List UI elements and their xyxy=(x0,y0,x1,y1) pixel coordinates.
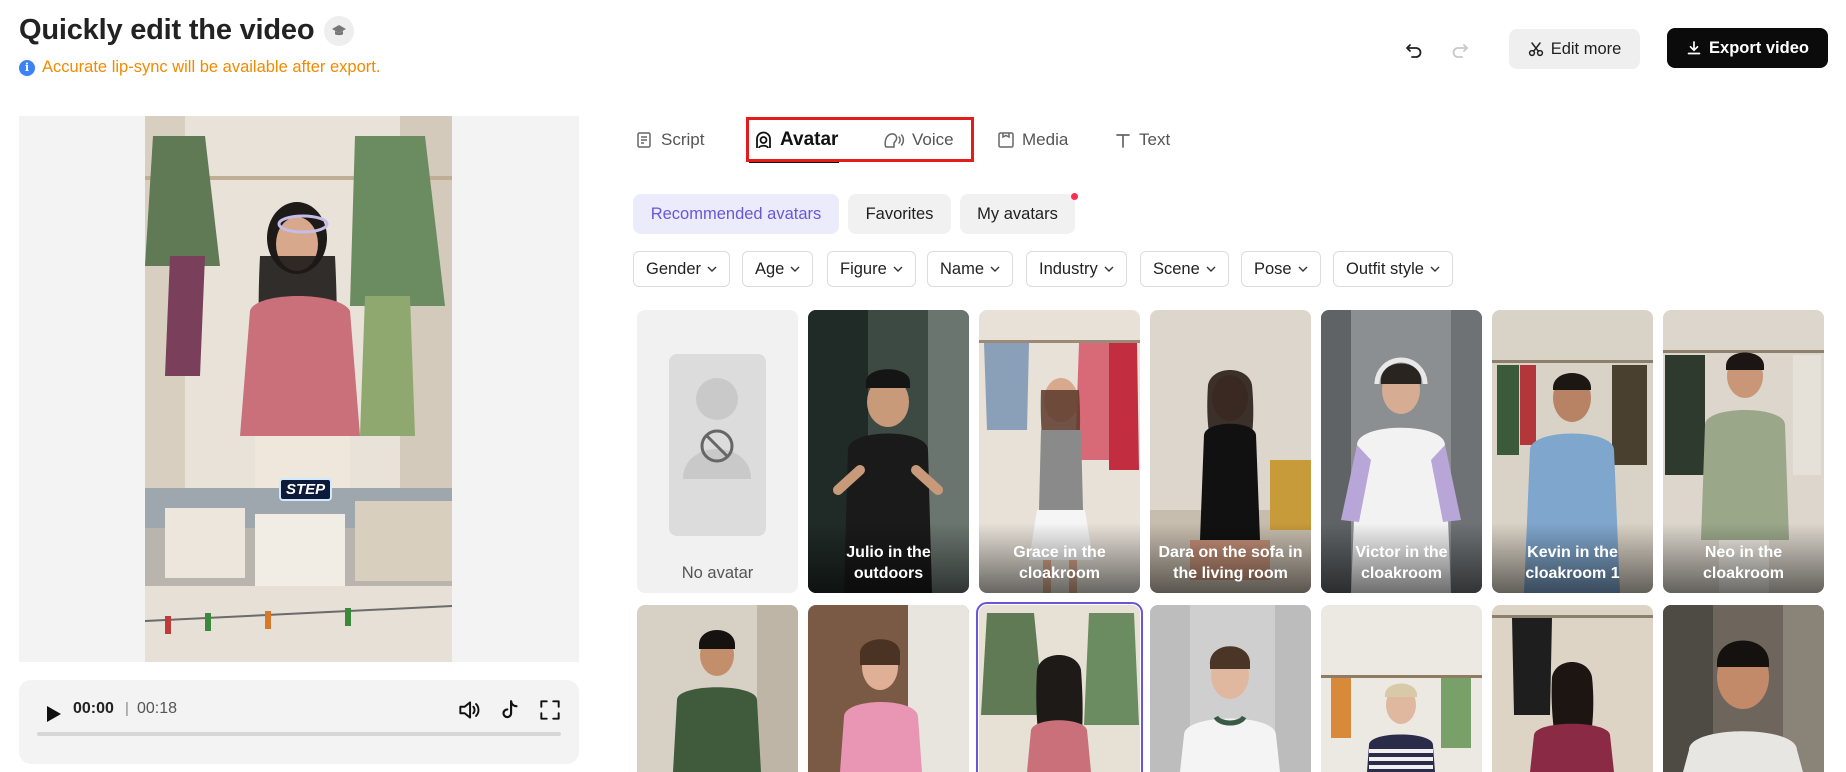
avatar-card-row2-5[interactable] xyxy=(1321,605,1482,772)
chevron-down-icon xyxy=(1104,266,1114,272)
avatar-card-row2-1[interactable] xyxy=(637,605,798,772)
filter-industry[interactable]: Industry xyxy=(1026,251,1127,287)
filter-scene[interactable]: Scene xyxy=(1140,251,1229,287)
filter-scene-label: Scene xyxy=(1153,259,1200,278)
chevron-down-icon xyxy=(790,266,800,272)
page-title-text: Quickly edit the video xyxy=(19,14,315,46)
avatar-card-row2-3-selected[interactable] xyxy=(976,602,1143,772)
filter-gender[interactable]: Gender xyxy=(633,251,731,287)
text-icon xyxy=(1116,134,1130,148)
filter-age[interactable]: Age xyxy=(742,251,814,287)
current-time: 00:00 xyxy=(73,700,114,717)
avatar-card-label: Dara on the sofa in the living room xyxy=(1158,544,1303,582)
avatar-card-label: No avatar xyxy=(681,564,754,582)
edit-more-label: Edit more xyxy=(1550,39,1622,58)
new-notification-dot xyxy=(1071,193,1078,200)
volume-icon[interactable] xyxy=(456,697,482,723)
avatar-card-row2-7[interactable] xyxy=(1663,605,1824,772)
filter-gender-label: Gender xyxy=(646,259,702,278)
avatar-card-julio[interactable]: Julio in the outdoors xyxy=(808,310,969,593)
avatar-card-label: Victor in the cloakroom xyxy=(1355,544,1448,582)
avatar-card-label: Grace in the cloakroom xyxy=(1013,544,1106,582)
avatar-card-row2-2[interactable] xyxy=(808,605,969,772)
chevron-down-icon xyxy=(893,266,903,272)
undo-button[interactable] xyxy=(1398,34,1430,66)
filter-age-label: Age xyxy=(755,259,785,278)
filter-outfit-style-label: Outfit style xyxy=(1346,259,1424,278)
script-icon xyxy=(637,132,651,148)
media-icon xyxy=(998,132,1014,148)
fullscreen-icon[interactable] xyxy=(537,697,563,723)
filter-outfit-style[interactable]: Outfit style xyxy=(1333,251,1453,287)
avatar-card-none[interactable]: No avatar xyxy=(637,310,798,593)
filter-pose-label: Pose xyxy=(1254,259,1292,278)
page-title: Quickly edit the video xyxy=(19,14,355,47)
edit-more-button[interactable]: Edit more xyxy=(1509,29,1640,69)
chevron-down-icon xyxy=(990,266,1000,272)
play-icon[interactable] xyxy=(41,702,65,726)
export-video-label: Export video xyxy=(1709,38,1809,57)
avatar-placeholder xyxy=(669,354,766,536)
time-separator: | xyxy=(125,700,129,717)
info-icon: i xyxy=(19,59,35,76)
filter-figure[interactable]: Figure xyxy=(827,251,916,287)
avatar-card-neo[interactable]: Neo in the cloakroom xyxy=(1663,310,1824,593)
filter-figure-label: Figure xyxy=(840,259,887,278)
tab-highlight-box xyxy=(746,117,974,162)
tab-media-label: Media xyxy=(1022,130,1069,149)
video-player-controls: 00:00 | 00:18 xyxy=(19,680,579,764)
lip-sync-notice: i Accurate lip-sync will be available af… xyxy=(19,58,380,77)
download-icon xyxy=(1687,41,1701,55)
filter-pose[interactable]: Pose xyxy=(1241,251,1321,287)
playback-progress-bar[interactable] xyxy=(37,732,561,736)
export-video-button[interactable]: Export video xyxy=(1667,28,1828,68)
tab-script[interactable]: Script xyxy=(636,124,704,156)
category-my-avatars[interactable]: My avatars xyxy=(960,194,1075,234)
chevron-down-icon xyxy=(1298,266,1308,272)
tiktok-icon[interactable] xyxy=(497,697,523,723)
video-caption-step: STEP xyxy=(279,478,333,501)
filter-name-label: Name xyxy=(940,259,985,278)
redo-button[interactable] xyxy=(1444,34,1476,66)
avatar-card-row2-6[interactable] xyxy=(1492,605,1653,772)
category-favorites[interactable]: Favorites xyxy=(848,194,951,234)
tab-text-label: Text xyxy=(1139,130,1171,149)
redo-icon xyxy=(1452,44,1468,58)
video-preview[interactable]: STEP xyxy=(145,116,452,662)
notice-text: Accurate lip-sync will be available afte… xyxy=(42,58,381,76)
filter-industry-label: Industry xyxy=(1039,259,1098,278)
avatar-card-victor[interactable]: Victor in the cloakroom xyxy=(1321,310,1482,593)
avatar-card-label: Julio in the outdoors xyxy=(846,544,931,582)
total-time: 00:18 xyxy=(137,700,178,717)
tab-media[interactable]: Media xyxy=(997,124,1068,156)
category-recommended-avatars[interactable]: Recommended avatars xyxy=(633,194,839,234)
avatar-card-row2-4[interactable] xyxy=(1150,605,1311,772)
avatar-card-label: Kevin in the cloakroom 1 xyxy=(1525,544,1620,582)
filter-name[interactable]: Name xyxy=(927,251,1014,287)
chevron-down-icon xyxy=(1206,266,1216,272)
undo-icon xyxy=(1406,44,1422,58)
tab-script-label: Script xyxy=(661,130,705,149)
chevron-down-icon xyxy=(707,266,717,272)
tab-text[interactable]: Text xyxy=(1114,124,1170,156)
avatar-card-label: Neo in the cloakroom xyxy=(1703,544,1784,582)
avatar-card-kevin[interactable]: Kevin in the cloakroom 1 xyxy=(1492,310,1653,593)
chevron-down-icon xyxy=(1430,266,1440,272)
avatar-card-grace[interactable]: Grace in the cloakroom xyxy=(979,310,1140,593)
graduation-cap-icon[interactable] xyxy=(324,15,355,46)
avatar-card-dara[interactable]: Dara on the sofa in the living room xyxy=(1150,310,1311,593)
scissors-icon xyxy=(1528,42,1543,57)
